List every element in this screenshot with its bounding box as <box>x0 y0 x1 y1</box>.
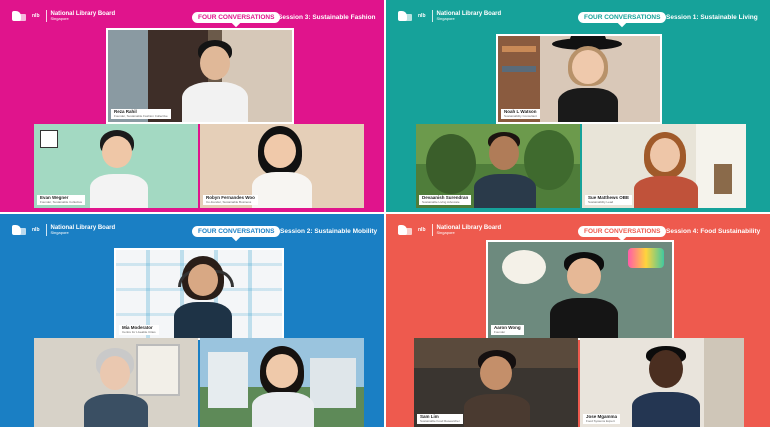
video-tile[interactable]: Devaanish Surendran Sustainable Living A… <box>416 124 580 208</box>
video-tile[interactable] <box>34 338 198 427</box>
participant-nameplate: Jose Mgamma Food Systems Expert <box>583 413 621 424</box>
nlb-branding: nlb National Library Board Singapore <box>398 10 501 22</box>
video-tile[interactable]: Sue Matthews OBE Sustainability Lead <box>582 124 746 208</box>
participant-nameplate: Reza Rahil Founder, Sustainable Fashion … <box>111 108 171 119</box>
session-title: Session 4: Food Sustainability <box>666 228 761 235</box>
nlb-branding: nlb National Library Board Singapore <box>398 224 501 236</box>
brand-sub: Singapore <box>50 16 69 22</box>
panel-sustainable-living: nlb National Library Board Singapore FOUR… <box>386 0 770 212</box>
four-conversations-tag: FOUR CONVERSATIONS <box>192 12 281 23</box>
nlb-branding: nlb National Library Board Singapore <box>12 10 115 22</box>
four-conversations-tag: FOUR CONVERSATIONS <box>192 226 281 237</box>
brand-sub: Singapore <box>436 230 455 236</box>
brand-sub: Singapore <box>50 230 69 236</box>
participant-nameplate: Noah L Watson Sustainability Consultant <box>501 108 540 119</box>
session-title: Session 3: Sustainable Fashion <box>278 14 376 21</box>
session-title: Session 2: Sustainable Mobility <box>280 228 378 235</box>
participant-nameplate: Sam Lim Sustainable Food Researcher <box>417 413 463 424</box>
session-title: Session 1: Sustainable Living <box>666 14 758 21</box>
video-tile[interactable]: Sam Lim Sustainable Food Researcher <box>414 338 578 427</box>
four-conversations-tag: FOUR CONVERSATIONS <box>578 226 667 237</box>
video-tile-speaker[interactable]: Reza Rahil Founder, Sustainable Fashion … <box>106 28 294 124</box>
video-tile[interactable]: Robyn Fernandes Woo Co-founder, Sustaina… <box>200 124 364 208</box>
panel-food-sustainability: nlb National Library Board Singapore FOUR… <box>386 214 770 427</box>
participant-nameplate: Devaanish Surendran Sustainable Living A… <box>419 194 472 205</box>
participant-nameplate: Evan Wegner Founder, Sustainable Collect… <box>37 194 86 205</box>
nlb-logo-icon <box>12 224 28 236</box>
participant-video <box>178 40 248 122</box>
panel-sustainable-mobility: nlb National Library Board Singapore FOUR… <box>0 214 384 427</box>
video-tile-speaker[interactable]: Noah L Watson Sustainability Consultant <box>496 34 662 124</box>
panel-sustainable-fashion: nlb National Library Board Singapore FOUR… <box>0 0 384 212</box>
four-conversations-tag: FOUR CONVERSATIONS <box>578 12 667 23</box>
video-tile[interactable]: Jose Mgamma Food Systems Expert <box>580 338 744 427</box>
video-tile-speaker[interactable]: Aaron Wong Founder <box>486 240 674 340</box>
nlb-logo-icon <box>398 10 414 22</box>
participant-nameplate: Mia Moderator Centre for Liveable Cities <box>119 324 159 335</box>
participant-nameplate: Aaron Wong Founder <box>491 324 524 335</box>
video-tile[interactable]: Evan Wegner Founder, Sustainable Collect… <box>34 124 198 208</box>
participant-nameplate: Robyn Fernandes Woo Co-founder, Sustaina… <box>203 194 258 205</box>
video-tile-speaker[interactable]: Mia Moderator Centre for Liveable Cities <box>114 248 284 340</box>
nlb-logo-icon <box>398 224 414 236</box>
video-tile[interactable] <box>200 338 364 427</box>
nlb-branding: nlb National Library Board Singapore <box>12 224 115 236</box>
participant-nameplate: Sue Matthews OBE Sustainability Lead <box>585 194 633 205</box>
brand-sub: Singapore <box>436 16 455 22</box>
nlb-logo-icon <box>12 10 28 22</box>
